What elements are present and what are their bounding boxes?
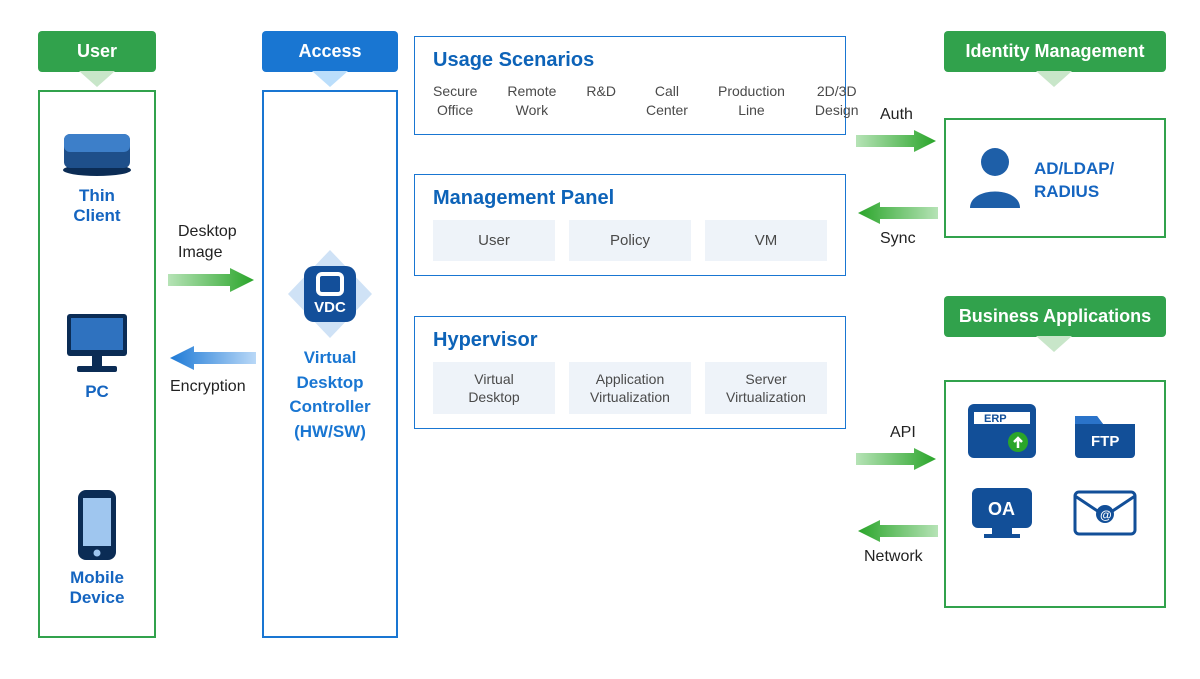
arrow-right-green-icon	[166, 266, 258, 294]
svg-text:VDC: VDC	[314, 299, 346, 316]
user-header-label: User	[77, 41, 117, 61]
svg-text:ERP: ERP	[984, 413, 1007, 425]
business-header: Business Applications	[944, 296, 1166, 337]
user-box: Thin Client PC Mobile Device	[38, 90, 156, 638]
arrow-left-green-icon	[854, 518, 940, 544]
mobile-icon	[74, 488, 120, 562]
spacer	[406, 168, 854, 638]
usage-item: Remote Work	[507, 82, 556, 120]
pc-item: PC	[40, 310, 154, 402]
mobile-item: Mobile Device	[40, 488, 154, 608]
encryption-label: Encryption	[170, 378, 246, 396]
pc-icon	[59, 310, 135, 376]
vdc-icon: VDC	[284, 248, 376, 340]
access-box: VDC Virtual Desktop Controller (HW/SW)	[262, 90, 398, 638]
api-label: API	[890, 424, 916, 442]
vdc-badge: VDC Virtual Desktop Controller (HW/SW)	[264, 248, 396, 445]
usage-title: Usage Scenarios	[433, 49, 827, 72]
thin-client-icon	[58, 128, 136, 180]
usage-item: 2D/3D Design	[815, 82, 859, 120]
user-funnel-icon	[79, 71, 115, 87]
person-icon	[964, 142, 1026, 212]
ftp-icon: FTP	[1069, 402, 1144, 460]
erp-icon: ERP	[966, 402, 1041, 460]
biz-grid: ERP FTP OA @	[946, 382, 1164, 560]
usage-item: Production Line	[718, 82, 785, 120]
identity-header-label: Identity Management	[965, 41, 1144, 61]
identity-label: AD/LDAP/ RADIUS	[1034, 158, 1114, 204]
svg-text:@: @	[1100, 508, 1112, 522]
identity-funnel-icon	[1036, 71, 1072, 87]
auth-label: Auth	[880, 106, 913, 124]
usage-item: Call Center	[646, 82, 688, 120]
thin-client-item: Thin Client	[40, 128, 154, 226]
arrow-left-blue-icon	[166, 344, 258, 372]
usage-item: R&D	[586, 82, 616, 120]
usage-row: Secure Office Remote Work R&D Call Cente…	[433, 82, 827, 120]
svg-text:OA: OA	[988, 499, 1015, 519]
business-box: ERP FTP OA @	[944, 380, 1166, 608]
mail-icon: @	[1069, 482, 1144, 540]
oa-icon: OA	[966, 482, 1041, 540]
sync-label: Sync	[880, 230, 916, 248]
user-header: User	[38, 31, 156, 72]
arrow-right-green-icon	[854, 128, 940, 154]
svg-text:FTP: FTP	[1091, 433, 1119, 450]
access-header: Access	[262, 31, 398, 72]
network-label: Network	[864, 548, 923, 566]
access-header-label: Access	[298, 41, 361, 61]
mobile-label: Mobile Device	[40, 568, 154, 608]
arrow-right-green-icon	[854, 446, 940, 472]
usage-item: Secure Office	[433, 82, 477, 120]
business-funnel-icon	[1036, 336, 1072, 352]
identity-box: AD/LDAP/ RADIUS	[944, 118, 1166, 238]
pc-label: PC	[40, 382, 154, 402]
identity-header: Identity Management	[944, 31, 1166, 72]
thin-client-label: Thin Client	[40, 186, 154, 226]
arrow-left-green-icon	[854, 200, 940, 226]
usage-panel: Usage Scenarios Secure Office Remote Wor…	[414, 36, 846, 135]
access-funnel-icon	[312, 71, 348, 87]
desktop-image-label: Desktop Image	[178, 222, 237, 264]
business-header-label: Business Applications	[959, 306, 1151, 326]
access-title: Virtual Desktop Controller (HW/SW)	[264, 346, 396, 445]
